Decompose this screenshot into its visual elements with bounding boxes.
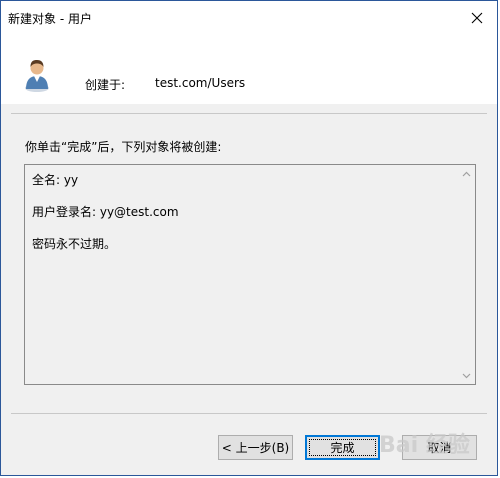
back-button[interactable]: < 上一步(B) <box>218 435 293 460</box>
user-icon <box>25 60 49 92</box>
header-area: 创建于: test.com/Users <box>1 34 497 104</box>
summary-content: 全名: yy 用户登录名: yy@test.com 密码永不过期。 <box>32 172 179 252</box>
finish-button[interactable]: 完成 <box>305 435 380 460</box>
summary-textbox[interactable]: 全名: yy 用户登录名: yy@test.com 密码永不过期。 <box>24 164 476 385</box>
scroll-up-button[interactable] <box>458 165 475 182</box>
chevron-down-icon <box>462 373 471 378</box>
chevron-up-icon <box>462 171 471 176</box>
summary-password-note: 密码永不过期。 <box>32 237 117 251</box>
created-in-label: 创建于: <box>85 78 126 92</box>
created-in-path: test.com/Users <box>155 76 246 90</box>
info-text: 你单击“完成”后，下列对象将被创建: <box>25 140 222 154</box>
separator-top <box>11 113 487 114</box>
cancel-button[interactable]: 取消 <box>402 435 477 460</box>
close-icon <box>471 12 483 23</box>
title-bar: 新建对象 - 用户 <box>1 1 497 34</box>
summary-scrollbar[interactable] <box>458 165 475 384</box>
separator-bottom <box>11 413 487 414</box>
summary-logon-name: 用户登录名: yy@test.com <box>32 205 179 219</box>
new-object-user-dialog: 新建对象 - 用户 创建于: test.com/Users 你单击“完成”后，下… <box>0 0 498 476</box>
focus-rectangle <box>309 439 376 456</box>
window-title: 新建对象 - 用户 <box>8 12 92 26</box>
summary-full-name: 全名: yy <box>32 173 79 187</box>
scroll-down-button[interactable] <box>458 367 475 384</box>
close-button[interactable] <box>457 1 497 34</box>
